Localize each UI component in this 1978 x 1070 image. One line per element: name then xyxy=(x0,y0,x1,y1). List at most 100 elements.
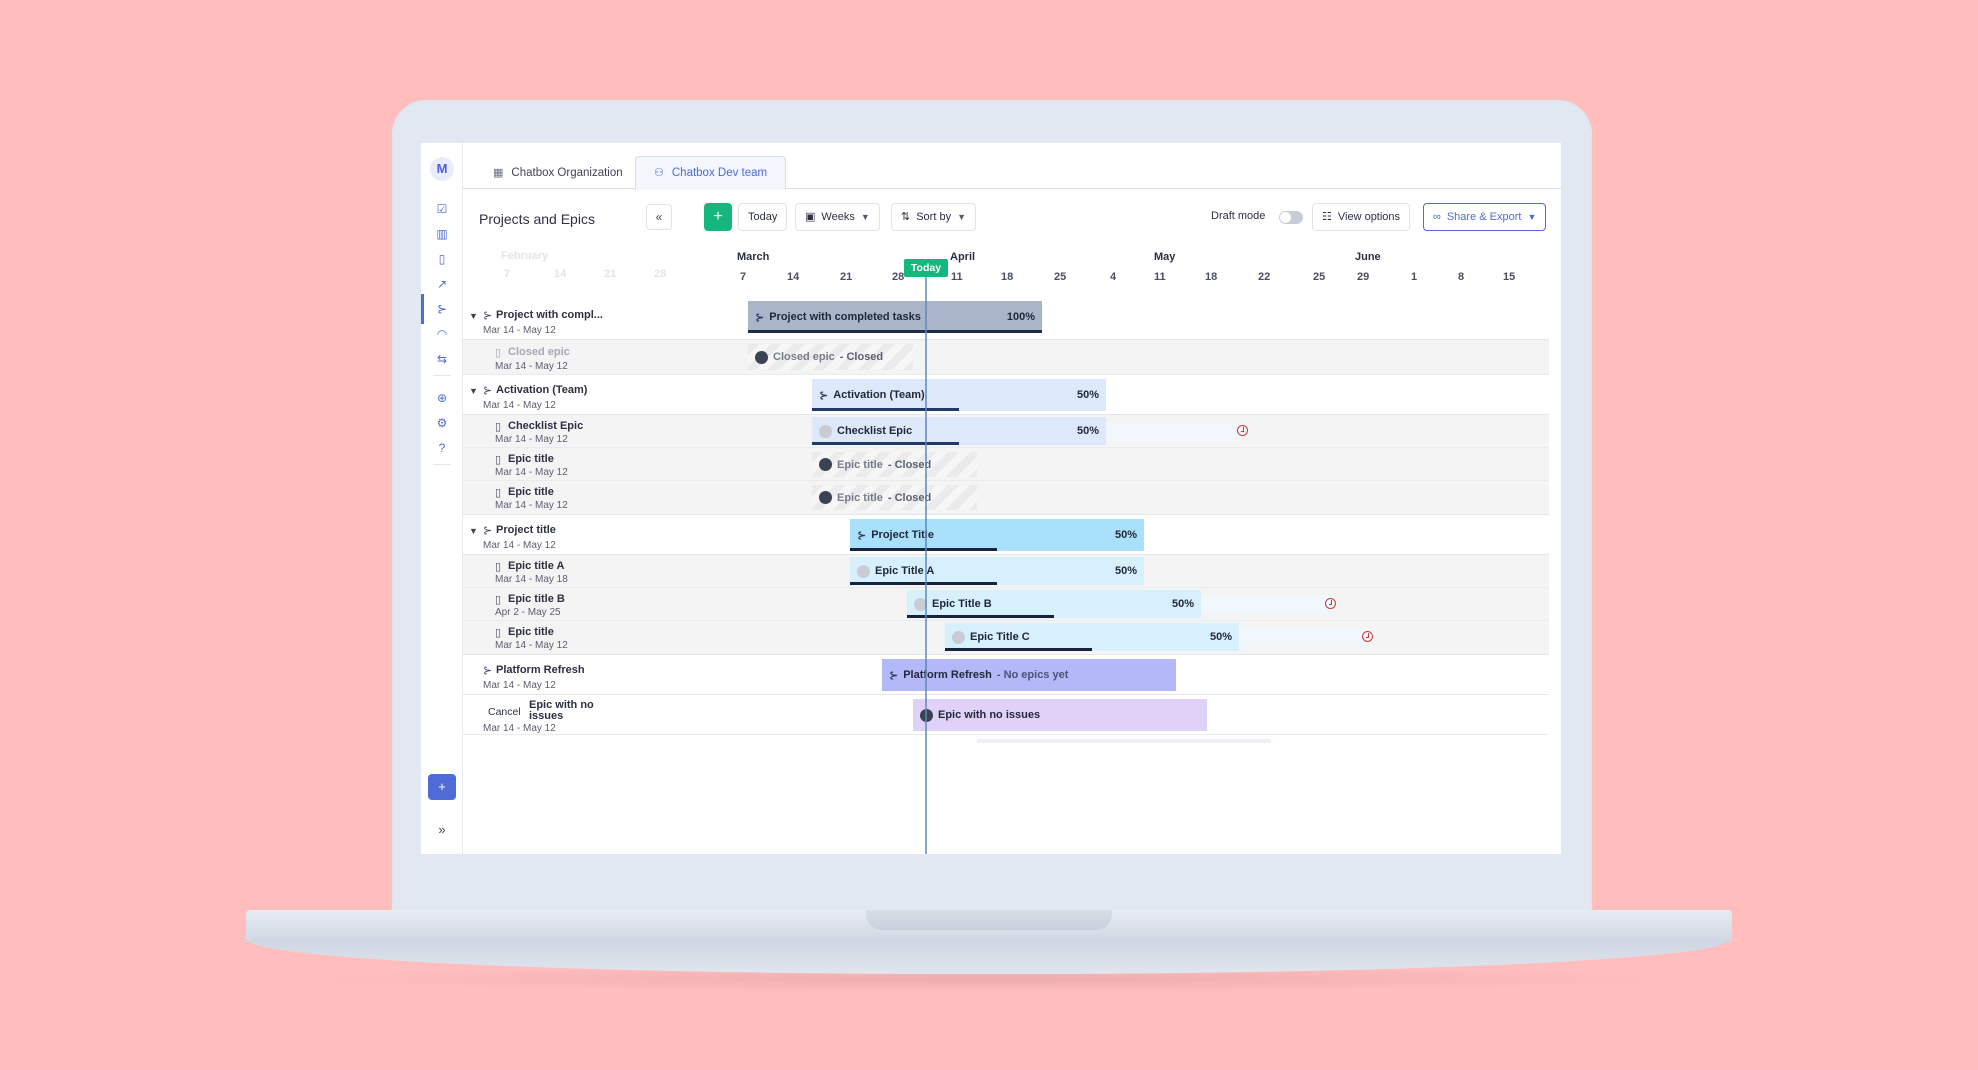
overdue-clock-icon[interactable] xyxy=(1237,425,1248,436)
tab-chatbox-dev-team[interactable]: ⚇ Chatbox Dev team xyxy=(635,156,787,190)
project-icon: ⊱ xyxy=(483,525,493,537)
tab-bar: ▦ Chatbox Organization ⚇ Chatbox Dev tea… xyxy=(463,143,1561,190)
overdue-clock-icon[interactable] xyxy=(1362,631,1373,642)
gantt-bar[interactable]: ⊱ Project with completed tasks 100% xyxy=(748,301,1042,333)
row-title: Epic title xyxy=(508,626,554,638)
row-title: Epic title xyxy=(508,486,554,498)
user-avatar xyxy=(819,458,832,471)
table-row[interactable]: ▯ Closed epic Mar 14 - May 12 xyxy=(463,340,1549,375)
laptop-notch xyxy=(866,910,1112,930)
table-row[interactable]: ▯ Epic title Mar 14 - May 12 xyxy=(463,481,1549,515)
user-avatar xyxy=(952,630,965,644)
ghost-month: February xyxy=(501,250,549,262)
gantt-bar[interactable]: Epic Title A 50% xyxy=(850,557,1144,585)
ghost-day: 14 xyxy=(554,268,567,280)
gantt-bar-closed[interactable]: Epic title - Closed xyxy=(812,452,977,477)
roadmap-icon[interactable]: ⊱ xyxy=(421,294,451,324)
expand-sidebar-icon[interactable]: » xyxy=(428,822,456,842)
row-title[interactable]: Epic with no issues xyxy=(529,700,601,722)
overdue-extension xyxy=(1239,629,1370,647)
today-line xyxy=(925,277,927,854)
day-label: 25 xyxy=(1313,271,1326,283)
user-avatar xyxy=(819,491,832,504)
epic-icon: ▯ xyxy=(495,561,502,573)
gantt-bar[interactable]: ⊱ Activation (Team) 50% xyxy=(812,379,1106,411)
overdue-extension xyxy=(1201,596,1332,614)
day-label: 18 xyxy=(1001,271,1014,283)
epic-icon: ▯ xyxy=(495,454,502,466)
gantt-bar-closed[interactable]: Closed epic - Closed xyxy=(748,344,913,370)
user-avatar xyxy=(755,350,768,364)
day-label: 25 xyxy=(1054,271,1067,283)
progress-bar xyxy=(850,548,997,551)
row-title: Epic title B xyxy=(508,593,565,605)
gantt-bar[interactable]: Checklist Epic 50% xyxy=(812,417,1106,445)
bookmark-icon[interactable]: ▯ xyxy=(433,250,451,268)
row-date: Mar 14 - May 12 xyxy=(495,467,568,478)
view-options-button[interactable]: ☷ View options xyxy=(1312,203,1411,231)
building-icon: ▦ xyxy=(493,167,504,179)
chart-icon[interactable]: ↗ xyxy=(433,275,451,293)
weeks-select[interactable]: ▣ Weeks ▼ xyxy=(795,203,880,231)
overdue-clock-icon[interactable] xyxy=(1325,598,1336,609)
help-icon[interactable]: ? xyxy=(433,439,451,457)
board-icon[interactable]: ▥ xyxy=(433,225,451,243)
today-button[interactable]: Today xyxy=(738,203,788,231)
add-circle-icon[interactable]: ⊕ xyxy=(433,389,451,407)
row-date: Mar 14 - May 18 xyxy=(495,574,568,585)
share-export-button[interactable]: ∞ Share & Export ▼ xyxy=(1423,203,1547,231)
gantt-bar[interactable]: Epic Title C 50% xyxy=(945,623,1239,651)
day-label: 7 xyxy=(740,271,747,283)
chevron-down-icon[interactable]: ▼ xyxy=(469,526,478,536)
sort-by-select[interactable]: ⇅ Sort by ▼ xyxy=(891,203,976,231)
table-row[interactable]: ▯ Epic title Mar 14 - May 12 xyxy=(463,448,1549,481)
project-icon: ⊱ xyxy=(889,669,899,682)
invite-user-button[interactable]: + xyxy=(428,774,456,800)
draft-mode-toggle[interactable] xyxy=(1279,211,1303,224)
row-title: Epic title A xyxy=(508,560,565,572)
flow-icon[interactable]: ⇆ xyxy=(433,350,451,368)
day-label: 21 xyxy=(840,271,853,283)
link-icon: ∞ xyxy=(1433,211,1441,223)
draft-mode-label: Draft mode xyxy=(1211,210,1266,222)
chevron-down-icon: ▼ xyxy=(860,212,870,222)
workspace-avatar[interactable]: M xyxy=(430,157,454,181)
epic-icon: ▯ xyxy=(495,421,502,433)
gantt-bar[interactable]: Epic Title B 50% xyxy=(907,590,1201,618)
collapse-panel-button[interactable]: « xyxy=(646,204,672,230)
cancel-button[interactable]: Cancel xyxy=(488,706,521,718)
row-title: Epic title xyxy=(508,453,554,465)
row-title: Platform Refresh xyxy=(496,664,585,676)
gear-icon[interactable]: ⚙ xyxy=(433,414,451,432)
project-icon: ⊱ xyxy=(857,529,867,542)
project-icon: ⊱ xyxy=(483,385,493,397)
chevron-down-icon: ▼ xyxy=(957,212,966,222)
chevron-down-icon[interactable]: ▼ xyxy=(469,311,478,321)
progress-bar xyxy=(748,330,1042,333)
bell-icon[interactable]: ◠ xyxy=(433,325,451,343)
app-screen: M ☑ ▥ ▯ ↗ ⊱ ◠ ⇆ ⊕ ⚙ ? + » ▦ Chatbox Orga… xyxy=(421,143,1561,854)
day-label: 1 xyxy=(1411,271,1418,283)
row-title: Checklist Epic xyxy=(508,420,584,432)
chevron-down-icon[interactable]: ▼ xyxy=(469,386,478,396)
row-title: Project title xyxy=(496,524,556,536)
tasks-icon[interactable]: ☑ xyxy=(433,200,451,218)
user-avatar xyxy=(819,424,832,438)
row-date: Mar 14 - May 12 xyxy=(483,680,556,691)
day-label: 18 xyxy=(1205,271,1218,283)
row-title: Closed epic xyxy=(508,346,570,358)
row-date: Apr 2 - May 25 xyxy=(495,607,561,618)
gantt-bar-closed[interactable]: Epic title - Closed xyxy=(812,485,977,510)
day-label: 15 xyxy=(1503,271,1516,283)
team-icon: ⚇ xyxy=(654,167,664,179)
add-button[interactable]: + xyxy=(704,203,732,231)
ghost-day: 7 xyxy=(504,268,511,280)
project-icon: ⊱ xyxy=(819,389,829,402)
project-icon: ⊱ xyxy=(483,665,493,677)
ghost-day: 28 xyxy=(654,268,667,280)
row-title: Project with compl... xyxy=(496,309,603,321)
gantt-bar[interactable]: ⊱ Project Title 50% xyxy=(850,519,1144,551)
month-label: March xyxy=(737,251,770,263)
tab-chatbox-organization[interactable]: ▦ Chatbox Organization xyxy=(475,156,641,190)
gantt-bar[interactable]: Epic with no issues xyxy=(913,699,1207,731)
